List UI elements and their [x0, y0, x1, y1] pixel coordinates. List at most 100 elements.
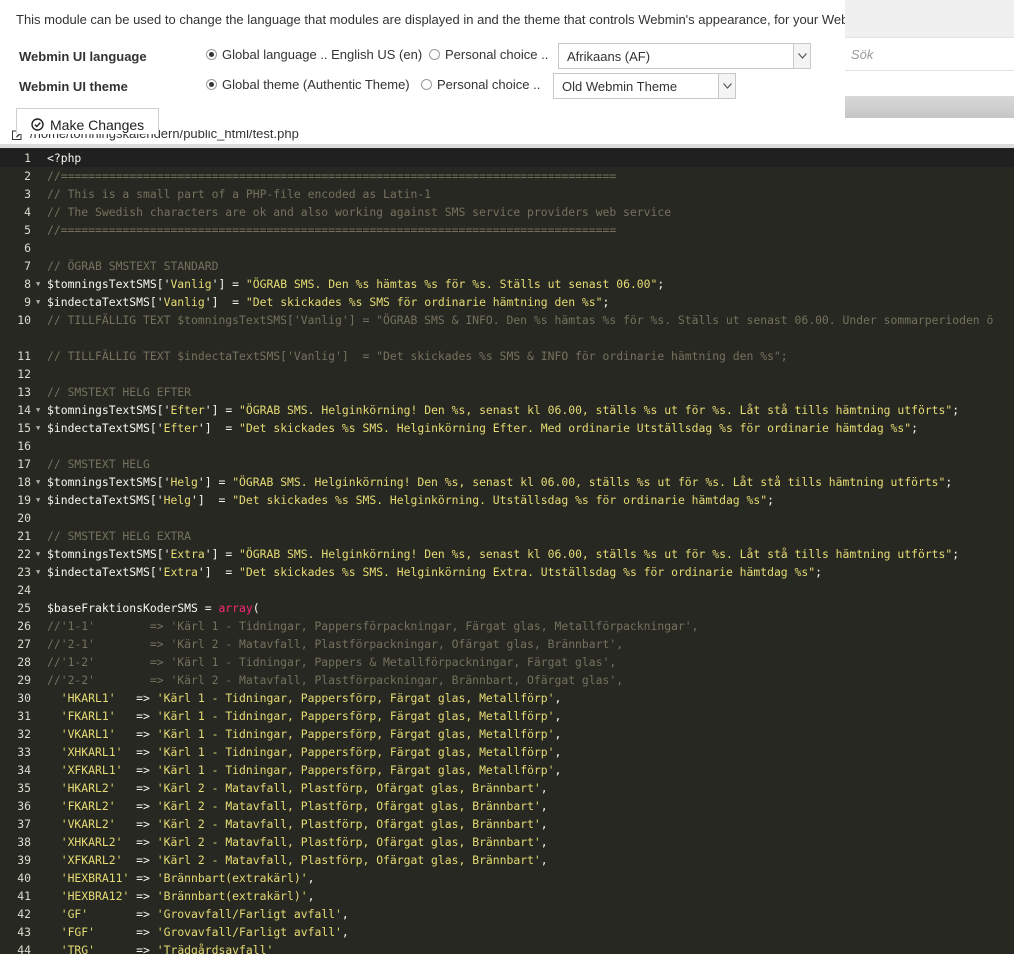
code-text: 'TRG' => 'Trädgårdsavfall' [47, 941, 1014, 954]
code-line[interactable]: 26 //'1-1' => 'Kärl 1 - Tidningar, Papper… [0, 617, 1014, 635]
code-line[interactable]: 36 'FKARL2' => 'Kärl 2 - Matavfall, Plas… [0, 797, 1014, 815]
code-line[interactable]: 1 <?php [0, 149, 1014, 167]
code-token: // SMSTEXT HELG [47, 457, 150, 471]
fold-arrow-icon[interactable]: ▼ [36, 401, 40, 419]
line-number: 24 [17, 583, 31, 597]
code-line[interactable]: 42 'GF' => 'Grovavfall/Farligt avfall', [0, 905, 1014, 923]
code-line[interactable]: 16 [0, 437, 1014, 455]
line-number: 6 [24, 241, 31, 255]
language-select-value: Afrikaans (AF) [567, 49, 651, 64]
code-line[interactable]: 31 'FKARL1' => 'Kärl 1 - Tidningar, Papp… [0, 707, 1014, 725]
code-line[interactable]: 9 ▼ $indectaTextSMS['Vanlig'] = "Det skick… [0, 293, 1014, 311]
code-line[interactable]: 11 // TILLFÄLLIG TEXT $indectaTextSMS['Va… [0, 347, 1014, 365]
code-line[interactable]: 6 [0, 239, 1014, 257]
code-line[interactable]: 32 'VKARL1' => 'Kärl 1 - Tidningar, Papp… [0, 725, 1014, 743]
code-token: => [115, 817, 157, 831]
global-theme-radio[interactable]: Global theme (Authentic Theme) [206, 77, 410, 92]
search-input[interactable]: Sök [845, 37, 1014, 71]
code-line[interactable]: 39 'XFKARL2' => 'Kärl 2 - Matavfall, Pla… [0, 851, 1014, 869]
code-text: // ÖGRAB SMSTEXT STANDARD [47, 257, 1014, 275]
line-number: 11 [17, 349, 31, 363]
code-line[interactable]: 24 [0, 581, 1014, 599]
code-line[interactable]: 25 $baseFraktionsKoderSMS = array( [0, 599, 1014, 617]
code-line[interactable]: 14 ▼ $tomningsTextSMS['Efter'] = "ÖGRAB SM… [0, 401, 1014, 419]
code-line[interactable]: 5 //=====================================… [0, 221, 1014, 239]
code-line[interactable]: 35 'HKARL2' => 'Kärl 2 - Matavfall, Plas… [0, 779, 1014, 797]
code-line[interactable]: 44 'TRG' => 'Trädgårdsavfall' [0, 941, 1014, 954]
code-line[interactable]: 8 ▼ $tomningsTextSMS['Vanlig'] = "ÖGRAB SM… [0, 275, 1014, 293]
code-text: $tomningsTextSMS['Efter'] = "ÖGRAB SMS. … [47, 401, 1014, 419]
fold-arrow-icon[interactable]: ▼ [36, 275, 40, 293]
code-line[interactable]: 38 'XHKARL2' => 'Kärl 2 - Matavfall, Pla… [0, 833, 1014, 851]
code-line[interactable]: 30 'HKARL1' => 'Kärl 1 - Tidningar, Papp… [0, 689, 1014, 707]
code-token: 'Kärl 2 - Matavfall, Plastförp, Ofärgat … [156, 853, 541, 867]
code-text: // TILLFÄLLIG TEXT $tomningsTextSMS['Van… [47, 311, 1014, 329]
code-line[interactable]: 21 // SMSTEXT HELG EXTRA [0, 527, 1014, 545]
code-token: => [95, 943, 157, 954]
code-line[interactable]: 12 [0, 365, 1014, 383]
code-token: => [122, 835, 157, 849]
code-line[interactable]: 40 'HEXBRA11' => 'Brännbart(extrakärl)', [0, 869, 1014, 887]
personal-language-label: Personal choice .. [445, 47, 549, 62]
code-line[interactable]: 4 // The Swedish characters are ok and al… [0, 203, 1014, 221]
fold-arrow-icon[interactable]: ▼ [36, 491, 40, 509]
code-token: => [115, 781, 157, 795]
make-changes-button[interactable]: Make Changes [16, 108, 159, 134]
code-token: '] = [204, 547, 240, 561]
global-language-radio[interactable]: Global language .. English US (en) [206, 47, 422, 62]
code-line[interactable]: 7 // ÖGRAB SMSTEXT STANDARD [0, 257, 1014, 275]
code-token: '] = [191, 493, 233, 507]
fold-arrow-icon[interactable]: ▼ [36, 545, 40, 563]
code-token: $tomningsTextSMS [47, 277, 157, 291]
language-select[interactable]: Afrikaans (AF) [558, 43, 811, 69]
code-line[interactable]: 33 'XHKARL1' => 'Kärl 1 - Tidningar, Pap… [0, 743, 1014, 761]
radio-unchecked-icon [421, 79, 432, 90]
code-text: 'GF' => 'Grovavfall/Farligt avfall', [47, 905, 1014, 923]
code-line[interactable]: 28 //'1-2' => 'Kärl 1 - Tidningar, Papper… [0, 653, 1014, 671]
ui-theme-row: Webmin UI theme Global theme (Authentic … [16, 71, 845, 101]
code-line[interactable]: 2 //=====================================… [0, 167, 1014, 185]
code-token: '] = [197, 421, 240, 435]
code-token: 'XFKARL1' [60, 763, 123, 777]
code-token: [' [149, 565, 164, 579]
code-token: 'Kärl 2 - Matavfall, Plastförp, Ofärgat … [156, 781, 541, 795]
global-theme-label: Global theme (Authentic Theme) [222, 77, 410, 92]
code-line[interactable]: 41 'HEXBRA12' => 'Brännbart(extrakärl)', [0, 887, 1014, 905]
code-line[interactable]: 43 'FGF' => 'Grovavfall/Farligt avfall', [0, 923, 1014, 941]
fold-arrow-icon[interactable]: ▼ [36, 419, 40, 437]
code-line[interactable]: 23 ▼ $indectaTextSMS['Extra'] = "Det skick… [0, 563, 1014, 581]
theme-select[interactable]: Old Webmin Theme [553, 73, 736, 99]
fold-arrow-icon[interactable]: ▼ [36, 473, 40, 491]
code-token: , [540, 835, 548, 849]
code-line[interactable]: 3 // This is a small part of a PHP-file e… [0, 185, 1014, 203]
code-line[interactable]: 20 [0, 509, 1014, 527]
code-text: // SMSTEXT HELG EFTER [47, 383, 1014, 401]
personal-theme-radio[interactable]: Personal choice .. [421, 77, 540, 92]
personal-theme-label: Personal choice .. [437, 77, 541, 92]
code-token: "ÖGRAB SMS. Helginkörning! Den %s, senas… [232, 475, 946, 489]
code-token: $indectaTextSMS [47, 565, 150, 579]
code-line[interactable]: 19 ▼ $indectaTextSMS['Helg'] = "Det skicka… [0, 491, 1014, 509]
code-token: 'XHKARL1' [60, 745, 123, 759]
code-text: $indectaTextSMS['Efter'] = "Det skickade… [47, 419, 1014, 437]
line-number: 33 [17, 745, 31, 759]
code-token: "ÖGRAB SMS. Helginkörning! Den %s, senas… [239, 547, 953, 561]
code-line[interactable]: 17 // SMSTEXT HELG [0, 455, 1014, 473]
fold-arrow-icon[interactable]: ▼ [36, 563, 40, 581]
code-editor[interactable]: 1 <?php 2 //===============================… [0, 144, 1014, 954]
code-line[interactable]: 34 'XFKARL1' => 'Kärl 1 - Tidningar, Pap… [0, 761, 1014, 779]
line-number: 41 [17, 889, 31, 903]
code-line[interactable]: 37 'VKARL2' => 'Kärl 2 - Matavfall, Plas… [0, 815, 1014, 833]
personal-language-radio[interactable]: Personal choice .. [429, 47, 548, 62]
code-line[interactable]: 27 //'2-1' => 'Kärl 2 - Matavfall, Plastf… [0, 635, 1014, 653]
code-line[interactable]: 29 //'2-2' => 'Kärl 2 - Matavfall, Plastf… [0, 671, 1014, 689]
code-line[interactable]: 15 ▼ $indectaTextSMS['Efter'] = "Det skick… [0, 419, 1014, 437]
code-line[interactable]: 22 ▼ $tomningsTextSMS['Extra'] = "ÖGRAB SM… [0, 545, 1014, 563]
code-line[interactable]: 10 // TILLFÄLLIG TEXT $tomningsTextSMS['V… [0, 311, 1014, 347]
code-line[interactable]: 13 // SMSTEXT HELG EFTER [0, 383, 1014, 401]
fold-arrow-icon[interactable]: ▼ [36, 293, 40, 311]
code-line[interactable]: 18 ▼ $tomningsTextSMS['Helg'] = "ÖGRAB SMS… [0, 473, 1014, 491]
